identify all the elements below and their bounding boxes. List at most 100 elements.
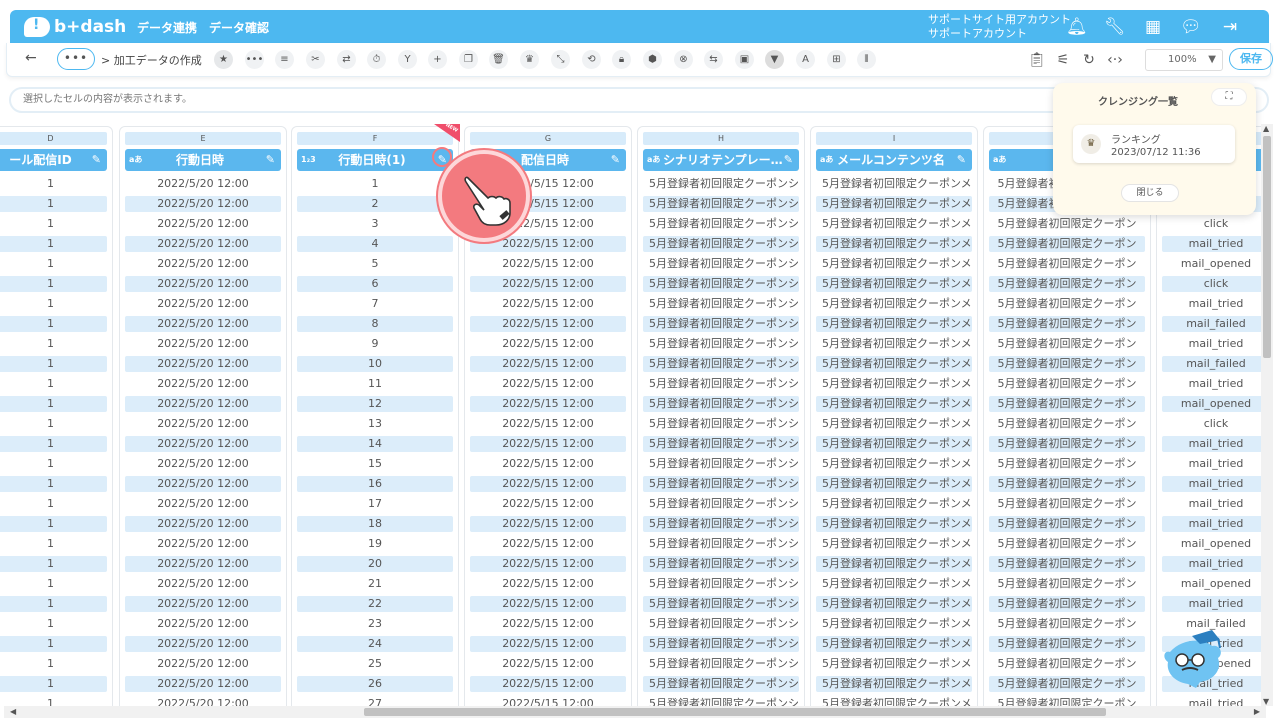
horizontal-scrollbar[interactable]: ◀ ▶ [4, 706, 1266, 718]
table-cell[interactable]: 1 [0, 336, 107, 352]
table-cell[interactable]: mail_tried [1162, 556, 1262, 572]
table-cell[interactable]: 1 [0, 476, 107, 492]
bell-icon[interactable]: 🔔︎ [1066, 17, 1088, 37]
table-cell[interactable]: 5月登録者初回限定クーポン [989, 656, 1145, 672]
table-cell[interactable]: mail_tried [1162, 476, 1262, 492]
table-cell[interactable]: 10 [297, 356, 453, 372]
table-cell[interactable]: 2022/5/20 12:00 [125, 396, 281, 412]
table-cell[interactable]: 5月登録者初回限定クーポンシ... [643, 396, 799, 412]
table-cell[interactable]: 1 [0, 356, 107, 372]
table-cell[interactable]: 5月登録者初回限定クーポン [989, 296, 1145, 312]
table-cell[interactable]: 1 [297, 176, 453, 192]
table-cell[interactable]: 5月登録者初回限定クーポン [989, 256, 1145, 272]
column-header-action-datetime[interactable]: aあ 行動日時 ✎ [125, 149, 281, 171]
table-cell[interactable]: 25 [297, 656, 453, 672]
branch-icon[interactable]: Y [398, 50, 417, 69]
table-cell[interactable]: 5月登録者初回限定クーポンメ... [816, 176, 972, 192]
cancel-icon[interactable]: ⊗ [674, 50, 693, 69]
table-cell[interactable]: 5月登録者初回限定クーポンメ... [816, 656, 972, 672]
table-cell[interactable]: mail_opened [1162, 536, 1262, 552]
table-cell[interactable]: 2022/5/15 12:00 [470, 536, 626, 552]
table-cell[interactable]: 2022/5/20 12:00 [125, 196, 281, 212]
table-cell[interactable]: 2022/5/15 12:00 [470, 376, 626, 392]
refresh-icon[interactable]: ↻ [1079, 50, 1099, 70]
table-cell[interactable]: 2022/5/20 12:00 [125, 616, 281, 632]
table-cell[interactable]: 2022/5/20 12:00 [125, 356, 281, 372]
table-cell[interactable]: 4 [297, 236, 453, 252]
column-h[interactable]: H aあ シナリオテンプレー… ✎ 5月登録者初回限定クーポンシ... 5月登録者… [637, 126, 805, 708]
more-dots-icon[interactable]: ••• [245, 50, 264, 69]
table-cell[interactable]: 17 [297, 496, 453, 512]
table-cell[interactable]: 5月登録者初回限定クーポンメ... [816, 316, 972, 332]
table-cell[interactable]: 2022/5/20 12:00 [125, 416, 281, 432]
table-cell[interactable]: 5月登録者初回限定クーポン [989, 396, 1145, 412]
table-cell[interactable]: 2022/5/15 12:00 [470, 396, 626, 412]
table-cell[interactable]: 8 [297, 316, 453, 332]
table-cell[interactable]: 11 [297, 376, 453, 392]
table-cell[interactable]: 2022/5/15 12:00 [470, 276, 626, 292]
table-cell[interactable]: 5月登録者初回限定クーポン [989, 376, 1145, 392]
expand-icon[interactable]: ⛶ [1211, 88, 1247, 106]
table-cell[interactable]: 26 [297, 676, 453, 692]
table-cell[interactable]: 5月登録者初回限定クーポン [989, 236, 1145, 252]
column-i[interactable]: I aあ メールコンテンツ名 ✎ 5月登録者初回限定クーポンメ... 5月登録者初… [810, 126, 978, 708]
table-cell[interactable]: 5月登録者初回限定クーポンシ... [643, 636, 799, 652]
table-cell[interactable]: 24 [297, 636, 453, 652]
edit-pencil-icon[interactable]: ✎ [266, 149, 275, 171]
back-arrow-icon[interactable]: ← [25, 50, 37, 66]
table-cell[interactable]: 2022/5/15 12:00 [470, 596, 626, 612]
table-cell[interactable]: 5月登録者初回限定クーポンメ... [816, 516, 972, 532]
add-icon[interactable]: + [428, 50, 447, 69]
table-cell[interactable]: 2022/5/20 12:00 [125, 236, 281, 252]
table-cell[interactable]: 2022/5/15 12:00 [470, 576, 626, 592]
table-cell[interactable]: mail_opened [1162, 396, 1262, 412]
scroll-left-icon[interactable]: ◀ [10, 706, 16, 718]
table-cell[interactable]: 14 [297, 436, 453, 452]
table-cell[interactable]: 21 [297, 576, 453, 592]
table-cell[interactable]: 3 [297, 216, 453, 232]
edit-pencil-icon[interactable]: ✎ [611, 149, 620, 171]
table-cell[interactable]: 1 [0, 456, 107, 472]
table-cell[interactable]: 5月登録者初回限定クーポン [989, 316, 1145, 332]
table-cell[interactable]: 5月登録者初回限定クーポンシ... [643, 256, 799, 272]
table-cell[interactable]: 2022/5/20 12:00 [125, 556, 281, 572]
table-cell[interactable]: 19 [297, 536, 453, 552]
table-cell[interactable]: 1 [0, 436, 107, 452]
table-cell[interactable]: 5月登録者初回限定クーポン [989, 676, 1145, 692]
table-cell[interactable]: 2022/5/15 12:00 [470, 356, 626, 372]
table-cell[interactable]: 5月登録者初回限定クーポンシ... [643, 436, 799, 452]
column-header-mail-id[interactable]: ール配信ID ✎ [0, 149, 107, 171]
table-cell[interactable]: 1 [0, 556, 107, 572]
account-info[interactable]: サポートサイト用アカウント サポートアカウント [928, 13, 1071, 41]
table-cell[interactable]: 2022/5/20 12:00 [125, 476, 281, 492]
table-cell[interactable]: 1 [0, 676, 107, 692]
scroll-right-icon[interactable]: ▶ [1254, 706, 1260, 718]
table-cell[interactable]: 5月登録者初回限定クーポンシ... [643, 616, 799, 632]
table-cell[interactable]: 12 [297, 396, 453, 412]
table-cell[interactable]: 2022/5/20 12:00 [125, 336, 281, 352]
timer-icon[interactable]: ⏱︎ [367, 50, 386, 69]
table-cell[interactable]: 5月登録者初回限定クーポンシ... [643, 516, 799, 532]
table-cell[interactable]: 1 [0, 216, 107, 232]
edit-pencil-icon[interactable]: ✎ [957, 149, 966, 171]
table-cell[interactable]: 18 [297, 516, 453, 532]
table-cell[interactable]: 5月登録者初回限定クーポン [989, 276, 1145, 292]
table-cell[interactable]: 2022/5/20 12:00 [125, 316, 281, 332]
table-cell[interactable]: 2022/5/15 12:00 [470, 316, 626, 332]
table-cell[interactable]: 5月登録者初回限定クーポンメ... [816, 376, 972, 392]
table-cell[interactable]: 5月登録者初回限定クーポンシ... [643, 496, 799, 512]
table-cell[interactable]: 2022/5/20 12:00 [125, 656, 281, 672]
table-cell[interactable]: mail_tried [1162, 516, 1262, 532]
table-cell[interactable]: 1 [0, 396, 107, 412]
table-cell[interactable]: 5月登録者初回限定クーポンシ... [643, 176, 799, 192]
table-cell[interactable]: 5月登録者初回限定クーポン [989, 456, 1145, 472]
table-cell[interactable]: 5月登録者初回限定クーポン [989, 216, 1145, 232]
list-icon[interactable]: ≡ [275, 50, 294, 69]
repeat-icon[interactable]: ⟲ [582, 50, 601, 69]
table-cell[interactable]: 5月登録者初回限定クーポンメ... [816, 556, 972, 572]
table-cell[interactable]: 5月登録者初回限定クーポンシ... [643, 576, 799, 592]
lock-icon[interactable]: 🔒︎ [612, 50, 631, 69]
table-cell[interactable]: 2022/5/20 12:00 [125, 536, 281, 552]
table-icon[interactable]: ⊞ [827, 50, 846, 69]
table-cell[interactable]: mail_failed [1162, 316, 1262, 332]
